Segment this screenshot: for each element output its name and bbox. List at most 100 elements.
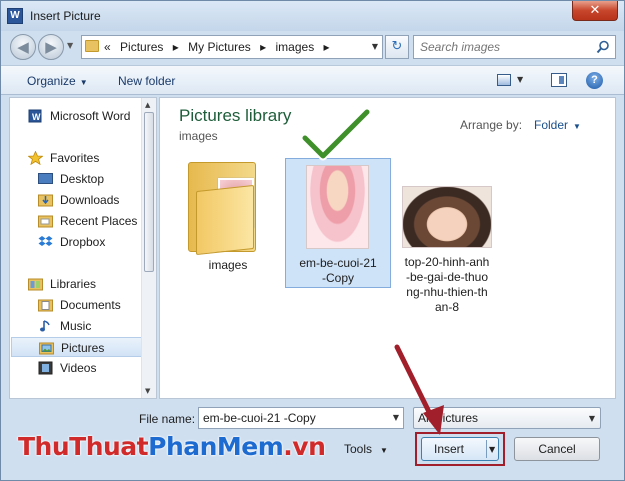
sidebar-item-libraries[interactable]: Libraries	[10, 274, 142, 294]
sidebar-item-label: Favorites	[50, 151, 100, 165]
breadcrumb-item-my-pictures[interactable]: My Pictures	[188, 40, 251, 54]
navigation-pane-scrollbar[interactable]: ▲ ▼	[141, 98, 156, 398]
breadcrumb-separator[interactable]: ▸	[173, 40, 179, 54]
breadcrumb: « Pictures ▸ My Pictures ▸ images ▸	[104, 40, 336, 54]
file-name-label: images	[208, 258, 248, 272]
window-title: Insert Picture	[30, 9, 101, 23]
address-bar[interactable]: « Pictures ▸ My Pictures ▸ images ▸ ▼	[81, 35, 383, 59]
file-name-combobox[interactable]: ▼	[198, 407, 404, 429]
sidebar-item-label: Videos	[60, 361, 97, 375]
arrange-by-value: Folder	[534, 118, 569, 132]
file-name-label-line1: top-20-hinh-anh	[404, 255, 490, 269]
chevron-down-icon: ▼	[380, 446, 388, 455]
sidebar-item-favorites[interactable]: Favorites	[10, 148, 142, 168]
sidebar-item-microsoft-word[interactable]: W Microsoft Word	[10, 106, 142, 126]
sidebar-item-label: Dropbox	[60, 235, 106, 249]
library-subtitle: images	[179, 129, 218, 143]
scrollbar-thumb[interactable]	[144, 112, 154, 272]
documents-icon	[38, 299, 53, 312]
arrange-by-dropdown[interactable]: Folder ▼	[534, 118, 581, 132]
sidebar-item-dropbox[interactable]: Dropbox	[10, 232, 142, 252]
search-icon[interactable]	[596, 40, 610, 54]
pictures-icon	[39, 342, 54, 355]
scroll-down-arrow-icon[interactable]: ▼	[145, 387, 150, 395]
search-input[interactable]	[420, 39, 590, 55]
sidebar-item-label: Downloads	[60, 193, 120, 207]
sidebar-item-label: Pictures	[61, 341, 105, 355]
file-list-pane: Pictures library images Arrange by: Fold…	[159, 97, 616, 399]
sidebar-item-videos[interactable]: Videos	[10, 358, 142, 378]
recent-places-icon	[38, 215, 53, 228]
help-icon[interactable]: ?	[586, 72, 603, 89]
star-icon	[28, 151, 43, 165]
sidebar-item-downloads[interactable]: Downloads	[10, 190, 142, 210]
sidebar-item-label: Documents	[60, 298, 121, 312]
breadcrumb-overflow[interactable]: «	[104, 40, 111, 54]
breadcrumb-item-images[interactable]: images	[276, 40, 315, 54]
address-dropdown-icon[interactable]: ▼	[372, 42, 378, 51]
folder-icon	[85, 40, 99, 52]
sidebar-item-label: Music	[60, 319, 92, 333]
command-toolbar: Organize ▼ New folder ▼ ?	[1, 65, 624, 95]
file-name-dropdown-icon[interactable]: ▼	[393, 413, 399, 422]
scroll-up-arrow-icon[interactable]: ▲	[145, 101, 150, 109]
tools-menu[interactable]: Tools ▼	[344, 442, 388, 456]
view-options-dropdown[interactable]: ▼	[517, 75, 523, 84]
refresh-button[interactable]: ↻	[385, 35, 409, 59]
breadcrumb-separator[interactable]: ▸	[324, 40, 330, 54]
navigation-bar: ◀ ▶ ▼ « Pictures ▸ My Pictures ▸ images …	[1, 31, 624, 63]
forward-button[interactable]: ▶	[38, 34, 64, 60]
chevron-down-icon: ▼	[573, 122, 581, 131]
file-type-dropdown[interactable]: All Pictures ▼	[413, 407, 601, 429]
site-watermark: ThuThuatPhanMem.vn	[18, 432, 326, 461]
sidebar-item-documents[interactable]: Documents	[10, 295, 142, 315]
desktop-icon	[38, 173, 53, 184]
file-item-images-folder[interactable]: images	[182, 158, 274, 278]
sidebar-item-recent-places[interactable]: Recent Places	[10, 211, 142, 231]
sidebar-item-music[interactable]: Music	[10, 316, 142, 336]
cancel-button[interactable]: Cancel	[514, 437, 600, 461]
organize-label: Organize	[27, 74, 76, 88]
split-divider	[486, 440, 487, 458]
folder-front	[196, 184, 254, 256]
title-bar: W Insert Picture ✕	[1, 1, 624, 31]
green-checkmark-icon	[301, 108, 371, 161]
sidebar-item-desktop[interactable]: Desktop	[10, 169, 142, 189]
word-doc-icon: W	[28, 109, 42, 123]
chevron-down-icon: ▼	[79, 78, 88, 87]
navigation-pane: W Microsoft Word Favorites Desktop Downl…	[9, 97, 157, 399]
insert-label: Insert	[434, 442, 465, 456]
search-box[interactable]	[413, 35, 616, 59]
svg-text:W: W	[32, 112, 41, 122]
downloads-folder-icon	[38, 194, 53, 207]
insert-picture-dialog: W Insert Picture ✕ ◀ ▶ ▼ « Pictures ▸ My…	[0, 0, 625, 481]
sidebar-item-pictures[interactable]: Pictures	[11, 337, 142, 357]
file-type-value: All Pictures	[418, 411, 479, 425]
library-title: Pictures library	[179, 106, 292, 125]
watermark-part3: .vn	[283, 432, 326, 461]
file-item-top-20-hinh-anh[interactable]: top-20-hinh-anh -be-gai-de-thuo ng-nhu-t…	[396, 158, 498, 318]
libraries-icon	[28, 278, 43, 291]
close-button[interactable]: ✕	[572, 1, 618, 21]
music-note-icon	[40, 320, 50, 332]
insert-button[interactable]: Insert ▼	[421, 437, 499, 461]
organize-menu[interactable]: Organize ▼	[27, 74, 88, 88]
file-name-input[interactable]	[203, 411, 373, 425]
breadcrumb-item-pictures[interactable]: Pictures	[120, 40, 163, 54]
back-button[interactable]: ◀	[10, 34, 36, 60]
recent-locations-dropdown[interactable]: ▼	[67, 41, 77, 51]
file-item-em-be-cuoi-21-copy[interactable]: em-be-cuoi-21 -Copy	[285, 158, 391, 288]
change-view-icon[interactable]	[497, 74, 511, 86]
folder-thumbnail-icon	[188, 162, 258, 256]
file-name-label-line4: an-8	[434, 300, 460, 314]
breadcrumb-separator[interactable]: ▸	[260, 40, 266, 54]
sidebar-item-label: Recent Places	[60, 214, 138, 228]
new-folder-button[interactable]: New folder	[118, 74, 175, 88]
file-name-label-line2: -Copy	[321, 271, 354, 285]
watermark-part1: ThuThuat	[18, 432, 149, 461]
preview-pane-icon[interactable]	[551, 73, 567, 87]
file-name-label-line1: em-be-cuoi-21	[299, 256, 377, 270]
girl-photo-thumbnail	[402, 186, 492, 248]
tools-label: Tools	[344, 442, 373, 456]
insert-options-dropdown-icon[interactable]: ▼	[489, 445, 495, 454]
